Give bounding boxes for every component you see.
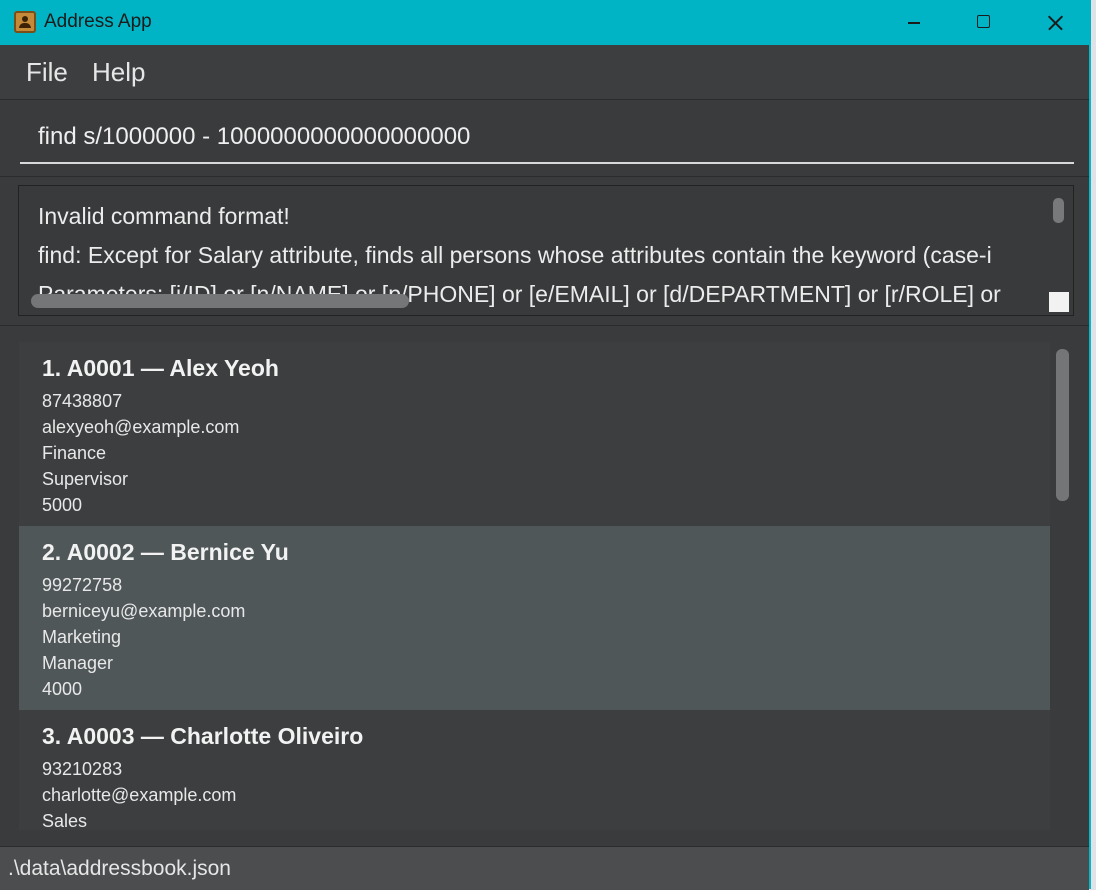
result-text-area[interactable]: Invalid command format! find: Except for…: [18, 185, 1074, 316]
person-salary: 5000: [42, 495, 83, 515]
close-button[interactable]: [1032, 0, 1078, 45]
title-bar[interactable]: Address App: [0, 0, 1091, 45]
person-role: Manager: [42, 653, 114, 673]
person-header: 1. A0001 — Alex Yeoh: [42, 355, 279, 381]
horizontal-scrollbar[interactable]: [31, 294, 409, 308]
menu-help[interactable]: Help: [92, 57, 145, 88]
person-card[interactable]: 1. A0001 — Alex Yeoh 87438807 alexyeoh@e…: [19, 342, 1050, 526]
result-line: find: Except for Salary attribute, finds…: [38, 242, 992, 268]
person-phone: 99272758: [42, 575, 123, 595]
status-bar: .\data\addressbook.json: [0, 846, 1089, 890]
menu-bar: File Help: [0, 45, 1089, 100]
person-department: Marketing: [42, 627, 122, 647]
person-email: alexyeoh@example.com: [42, 417, 240, 437]
person-email: berniceyu@example.com: [42, 601, 246, 621]
save-location: .\data\addressbook.json: [8, 857, 231, 880]
person-salary: 4000: [42, 679, 83, 699]
person-header: 3. A0003 — Charlotte Oliveiro: [42, 723, 364, 749]
command-box: find s/1000000 - 1000000000000000000: [0, 100, 1089, 177]
person-header: 2. A0002 — Bernice Yu: [42, 539, 289, 565]
person-department: Sales: [42, 811, 88, 830]
person-phone: 87438807: [42, 391, 123, 411]
person-email: charlotte@example.com: [42, 785, 237, 805]
person-phone: 93210283: [42, 759, 123, 779]
result-line: Invalid command format!: [38, 203, 290, 229]
minimize-button[interactable]: [890, 0, 936, 45]
scroll-corner: [1049, 292, 1069, 312]
person-list-panel: 1. A0001 — Alex Yeoh 87438807 alexyeoh@e…: [0, 326, 1089, 844]
person-department: Finance: [42, 443, 107, 463]
person-card-selected[interactable]: 2. A0002 — Bernice Yu 99272758 berniceyu…: [19, 526, 1050, 710]
vertical-scrollbar[interactable]: [1053, 198, 1064, 223]
window-title: Address App: [44, 11, 152, 32]
result-display: Invalid command format! find: Except for…: [0, 177, 1089, 326]
person-card[interactable]: 3. A0003 — Charlotte Oliveiro 93210283 c…: [19, 710, 1050, 830]
person-role: Supervisor: [42, 469, 129, 489]
person-list: 1. A0001 — Alex Yeoh 87438807 alexyeoh@e…: [19, 342, 1050, 830]
address-book-icon: [14, 11, 36, 33]
menu-file[interactable]: File: [26, 57, 68, 88]
command-input[interactable]: find s/1000000 - 1000000000000000000: [20, 114, 1074, 164]
list-scrollbar[interactable]: [1056, 349, 1069, 501]
app-window: Address App File Help find s/1000000 - 1…: [0, 0, 1091, 890]
maximize-button[interactable]: [961, 0, 1007, 45]
